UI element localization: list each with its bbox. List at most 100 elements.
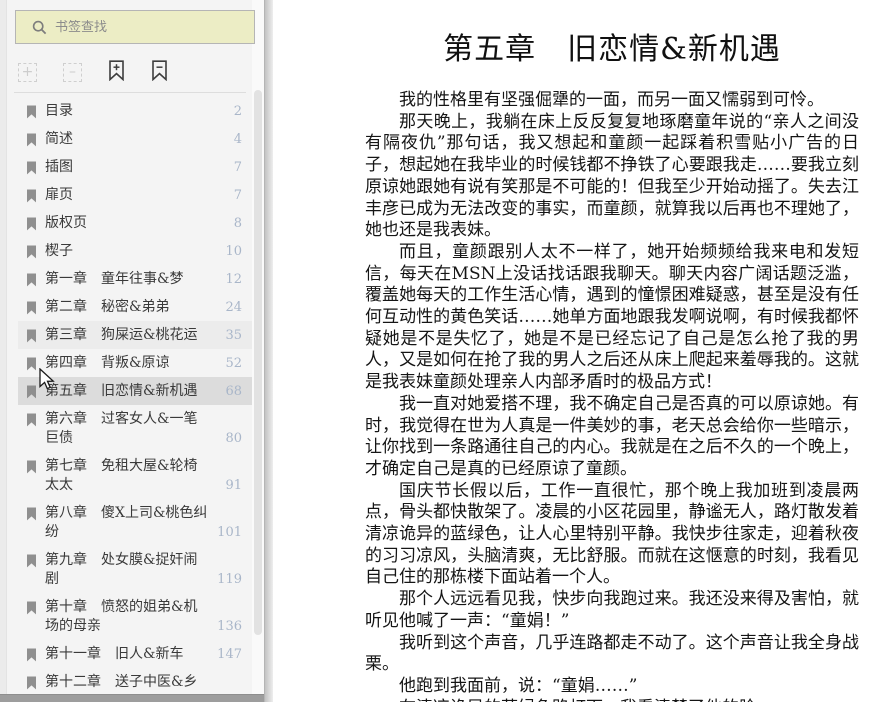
toc-item-label: 第六章 过客女人&一笔巨债 (45, 411, 198, 446)
remove-bookmark-icon (151, 60, 168, 84)
toc-item-page: 10 (225, 244, 242, 259)
toc-item[interactable]: 第一章 童年往事&梦 12 (18, 265, 252, 293)
toc-item-label: 第三章 狗屎运&桃花运 (45, 327, 198, 343)
toc-item-page: 2 (233, 104, 242, 119)
add-bookmark-button[interactable] (108, 60, 125, 84)
toc-item[interactable]: 第四章 背叛&原谅 52 (18, 349, 252, 377)
bookmark-icon (26, 133, 37, 147)
bookmark-icon (26, 676, 37, 690)
toc-item-label: 扉页 (45, 187, 73, 203)
toc-item-label: 第九章 处女膜&捉奸闹剧 (45, 552, 198, 587)
toc-item-label: 第八章 傻X上司&桃色纠纷 (45, 505, 208, 540)
bookmark-icon (26, 507, 37, 521)
sidebar-scrollbar-track[interactable] (252, 0, 264, 694)
collapse-all-button[interactable]: – (63, 62, 82, 82)
toc-item-label: 第二章 秘密&弟弟 (45, 299, 170, 315)
toc-item-page: 119 (217, 572, 242, 587)
bookmark-icon (26, 329, 37, 343)
bookmark-icon (26, 217, 37, 231)
toc-item-page: 35 (225, 328, 242, 343)
toc-item-label: 第七章 免租大屋&轮椅太太 (45, 458, 198, 493)
add-bookmark-icon (108, 60, 125, 84)
toc-item[interactable]: 第六章 过客女人&一笔巨债 80 (18, 405, 252, 452)
toc-item[interactable]: 扉页 7 (18, 181, 252, 209)
remove-bookmark-button[interactable] (151, 60, 168, 84)
panel-edge (0, 0, 7, 702)
bookmark-icon (26, 301, 37, 315)
toc-item-page: 24 (225, 300, 242, 315)
toc-item-label: 第十章 愤怒的姐弟&机场的母亲 (45, 599, 198, 634)
bookmark-icon (26, 105, 37, 119)
paragraph: 在清凉诡异的蓝绿色路灯下，我看清楚了他的脸。 (365, 698, 859, 702)
chapter-title: 第五章 旧恋情&新机遇 (443, 32, 781, 67)
expand-all-button[interactable]: + (18, 62, 37, 82)
search-icon (32, 20, 47, 35)
paragraph: 国庆节长假以后，工作一直很忙，那个晚上我加班到凌晨两点，骨头都快散架了。凌晨的小… (365, 480, 859, 588)
toc-item-page: 101 (217, 525, 242, 540)
toc-item-label: 简述 (45, 131, 73, 147)
sidebar-scrollbar-thumb[interactable] (254, 90, 262, 635)
toc-list: 目录 2 简述 4 插图 7 扉页 7 版权页 8 楔子 10 第一章 童年往事&梦 12 第二章 秘密&弟… (18, 97, 252, 692)
toc-item-page: 7 (233, 160, 242, 175)
search-input[interactable] (55, 19, 246, 35)
bookmark-icon (26, 460, 37, 474)
toc-item[interactable]: 第三章 狗屎运&桃花运 35 (18, 321, 252, 349)
collapse-all-icon: – (63, 62, 82, 82)
toc-item[interactable]: 插图 7 (18, 153, 252, 181)
toc-item-page: 136 (217, 619, 242, 634)
bookmark-icon (26, 648, 37, 662)
paragraph: 那天晚上，我躺在床上反反复复地琢磨童年说的“亲人之间没有隔夜仇”那句话，我又想起… (365, 111, 859, 241)
toc-item-label: 第五章 旧恋情&新机遇 (45, 383, 198, 399)
toc-item-page: 7 (233, 188, 242, 203)
paragraph: 我的性格里有坚强倔犟的一面，而另一面又懦弱到可怜。 (399, 90, 824, 110)
bookmark-icon (26, 189, 37, 203)
toc-item-label: 楔子 (45, 243, 73, 259)
paragraph: 我听到这个声音，几乎连路都走不动了。这个声音让我全身战栗。 (365, 632, 859, 675)
toc-item-label: 第一章 童年往事&梦 (45, 271, 184, 287)
toc-item-page: 12 (225, 272, 242, 287)
panel-splitter[interactable] (264, 0, 273, 702)
toc-item-label: 第十二章 送子中医&乡亲保姆 (45, 674, 198, 690)
chapter-body: 我的性格里有坚强倔犟的一面，而另一面又懦弱到可怜。 那天晚上，我躺在床上反反复复地… (365, 90, 859, 702)
toc-item-page: 91 (225, 478, 242, 493)
toc-item[interactable]: 第十二章 送子中医&乡亲保姆160 (18, 668, 252, 692)
paragraph: 我一直对她爱搭不理，我不确定自己是否真的可以原谅她。有时，我觉得在世为人真是一件… (365, 393, 859, 479)
bookmark-icon (26, 245, 37, 259)
paragraph: 而且，童颜跟别人太不一样了，她开始频频给我来电和发短信，每天在MSN上没话找话跟… (365, 241, 859, 393)
bookmark-search[interactable] (15, 10, 255, 44)
bookmark-icon (26, 413, 37, 427)
toc-item[interactable]: 第八章 傻X上司&桃色纠纷 101 (18, 499, 252, 546)
bookmarks-panel: + – (0, 0, 264, 702)
toc-item-page: 80 (225, 431, 242, 446)
toc-item[interactable]: 目录 2 (18, 97, 252, 125)
toc-item-label: 插图 (45, 159, 73, 175)
toc-item[interactable]: 第二章 秘密&弟弟 24 (18, 293, 252, 321)
toc-item[interactable]: 第五章 旧恋情&新机遇 68 (18, 377, 252, 405)
toc-item[interactable]: 版权页 8 (18, 209, 252, 237)
toc-item[interactable]: 简述 4 (18, 125, 252, 153)
bookmark-icon (26, 554, 37, 568)
bookmark-icon (26, 273, 37, 287)
toc-item[interactable]: 第十章 愤怒的姐弟&机场的母亲 136 (18, 593, 252, 640)
paragraph: 那个人远远看见我，快步向我跑过来。我还没来得及害怕，就听见他喊了一声：“童娟！” (365, 589, 859, 631)
bookmark-icon (26, 601, 37, 615)
ebook-reader-window: + – (0, 0, 869, 702)
paragraph: 他跑到我面前，说：“童娟……” (399, 675, 638, 696)
reading-pane[interactable]: 第五章 旧恋情&新机遇 我的性格里有坚强倔犟的一面，而另一面又懦弱到可怜。 那天晚… (273, 0, 869, 702)
expand-all-icon: + (18, 62, 37, 82)
toc-item-page: 68 (225, 384, 242, 399)
bookmark-icon (26, 357, 37, 371)
toc-item[interactable]: 第十一章 旧人&新车 147 (18, 640, 252, 668)
toc-item[interactable]: 第九章 处女膜&捉奸闹剧 119 (18, 546, 252, 593)
toc-item[interactable]: 楔子 10 (18, 237, 252, 265)
sidebar-horizontal-scrollbar[interactable] (0, 694, 264, 702)
toc-item-label: 版权页 (45, 215, 87, 231)
toc-item-page: 4 (233, 132, 242, 147)
toc-item-label: 第十一章 旧人&新车 (45, 646, 184, 662)
toc-item-page: 8 (233, 216, 242, 231)
toc-item-label: 第四章 背叛&原谅 (45, 355, 170, 371)
bookmark-icon (26, 161, 37, 175)
toc-item[interactable]: 第七章 免租大屋&轮椅太太 91 (18, 452, 252, 499)
toc-item-page: 147 (217, 647, 242, 662)
toolbar-divider (14, 92, 246, 93)
